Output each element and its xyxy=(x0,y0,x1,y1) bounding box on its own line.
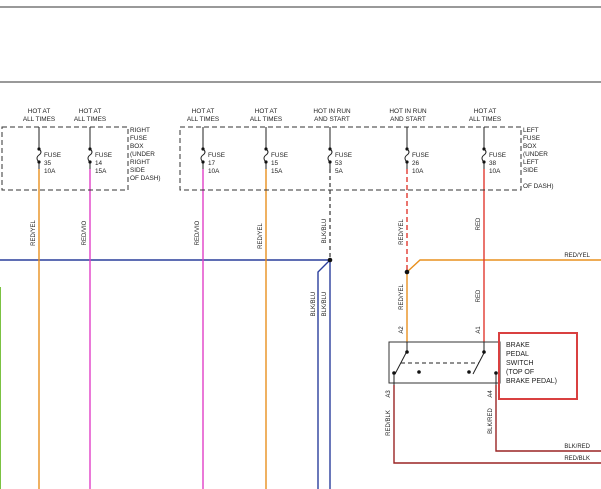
fuse-38-amp: 10A xyxy=(489,168,501,175)
fuse-53-num: 53 xyxy=(335,160,343,167)
header-f17-line1: HOT AT xyxy=(192,108,215,115)
wire-label-blk-blu-a: BLK/BLU xyxy=(311,292,317,317)
wire-label-a2: RED/YEL xyxy=(399,284,405,310)
pin-a2-label: A2 xyxy=(399,326,405,334)
header-f35-line2: ALL TIMES xyxy=(23,116,55,123)
right-box-l3: BOX xyxy=(130,143,144,150)
wire-label-f17: RED/VIO xyxy=(195,220,201,245)
fuse-38-num: 38 xyxy=(489,160,497,167)
switch-caption-l3: SWITCH xyxy=(506,360,534,367)
fuse-17-amp: 10A xyxy=(208,168,220,175)
pin-a1-label: A1 xyxy=(476,326,482,334)
fuse-14-num: 14 xyxy=(95,160,103,167)
header-f26-line1: HOT IN RUN xyxy=(389,108,427,115)
header-f26-line2: AND START xyxy=(390,116,426,123)
wire-label-f26: RED/YEL xyxy=(399,219,405,245)
wiring-diagram: HOT AT ALL TIMES HOT AT ALL TIMES HOT AT… xyxy=(0,6,601,489)
fuse-15-num: 15 xyxy=(271,160,279,167)
left-box-l4: (UNDER xyxy=(523,151,548,158)
left-box-l1: LEFT xyxy=(523,127,539,134)
header-f15-line2: ALL TIMES xyxy=(250,116,282,123)
right-box-l1: RIGHT xyxy=(130,127,150,134)
fuse-26-word: FUSE xyxy=(412,152,429,159)
left-box-l5: LEFT xyxy=(523,159,539,166)
left-fuse-box-caption: LEFT FUSE BOX (UNDER LEFT SIDE OF DASH) xyxy=(523,127,554,190)
junction-dot-blk-blu xyxy=(327,257,333,263)
right-box-l5: RIGHT xyxy=(130,159,150,166)
fuse-17-num: 17 xyxy=(208,160,216,167)
header-f53-line2: AND START xyxy=(314,116,350,123)
junction-dot-red-yel xyxy=(404,269,410,275)
switch-caption-l1: BRAKE xyxy=(506,342,530,349)
fuse-14-word: FUSE xyxy=(95,152,112,159)
switch-caption-l5: BRAKE PEDAL) xyxy=(506,378,557,385)
wire-label-f14: RED/VIO xyxy=(82,220,88,245)
brake-switch-caption: BRAKE PEDAL SWITCH (TOP OF BRAKE PEDAL) xyxy=(506,342,557,385)
wire-label-right-blk-red: BLK/RED xyxy=(564,444,590,450)
wire-label-a4: BLK/RED xyxy=(488,408,494,434)
fuse-15-word: FUSE xyxy=(271,152,288,159)
wire-label-a3: RED/BLK xyxy=(386,410,392,436)
wire-right-red-yel xyxy=(406,259,601,273)
fuse-35-word: FUSE xyxy=(44,152,61,159)
fuse-17-word: FUSE xyxy=(208,152,225,159)
pin-a3-label: A3 xyxy=(386,390,392,398)
switch-caption-l4: (TOP OF xyxy=(506,369,534,376)
wire-labels: RED/YEL RED/VIO RED/VIO RED/YEL BLK/BLU … xyxy=(31,217,494,436)
wire-label-right-top: RED/YEL xyxy=(564,253,590,259)
left-box-l3: BOX xyxy=(523,143,537,150)
fuse-53-amp: 5A xyxy=(335,168,344,175)
fuse-35-num: 35 xyxy=(44,160,52,167)
pin-a4-label: A4 xyxy=(488,390,494,398)
brake-switch-contacts xyxy=(393,342,497,385)
right-fuse-box-caption: RIGHT FUSE BOX (UNDER RIGHT SIDE OF DASH… xyxy=(130,127,161,182)
wire-label-f38: RED xyxy=(476,217,482,230)
header-f14-line1: HOT AT xyxy=(79,108,102,115)
fuse-38-word: FUSE xyxy=(489,152,506,159)
right-box-l4: (UNDER xyxy=(130,151,155,158)
header-f15-line1: HOT AT xyxy=(255,108,278,115)
header-f38-line2: ALL TIMES xyxy=(469,116,501,123)
wire-a4 xyxy=(495,385,601,452)
header-f17-line2: ALL TIMES xyxy=(187,116,219,123)
fuse-35-amp: 10A xyxy=(44,168,56,175)
fuse-headers: HOT AT ALL TIMES HOT AT ALL TIMES HOT AT… xyxy=(23,108,501,123)
wire-label-f35: RED/YEL xyxy=(31,220,37,246)
right-box-l6: SIDE xyxy=(130,167,145,174)
fuse-15-amp: 15A xyxy=(271,168,283,175)
right-box-l7: OF DASH) xyxy=(130,175,161,182)
left-box-l6: SIDE xyxy=(523,167,538,174)
wire-label-a1: RED xyxy=(476,289,482,302)
header-f38-line1: HOT AT xyxy=(474,108,497,115)
fuse-14-amp: 15A xyxy=(95,168,107,175)
wire-label-blk-blu-b: BLK/BLU xyxy=(322,292,328,317)
wire-label-f15: RED/YEL xyxy=(258,223,264,249)
fuse-labels: FUSE 35 10A FUSE 14 15A FUSE 17 10A FUSE… xyxy=(44,152,506,175)
right-box-l2: FUSE xyxy=(130,135,147,142)
header-f35-line1: HOT AT xyxy=(28,108,51,115)
switch-pin-labels: A2 A1 A3 A4 xyxy=(386,326,494,398)
left-box-l2: FUSE xyxy=(523,135,540,142)
header-f53-line1: HOT IN RUN xyxy=(313,108,351,115)
fuse-26-amp: 10A xyxy=(412,168,424,175)
switch-caption-l2: PEDAL xyxy=(506,351,529,358)
fuse-53-word: FUSE xyxy=(335,152,352,159)
wire-label-right-red-blk: RED/BLK xyxy=(564,456,590,462)
left-box-l7: OF DASH) xyxy=(523,183,554,190)
fuse-26-num: 26 xyxy=(412,160,420,167)
wire-label-f53: BLK/BLU xyxy=(322,219,328,244)
header-f14-line2: ALL TIMES xyxy=(74,116,106,123)
